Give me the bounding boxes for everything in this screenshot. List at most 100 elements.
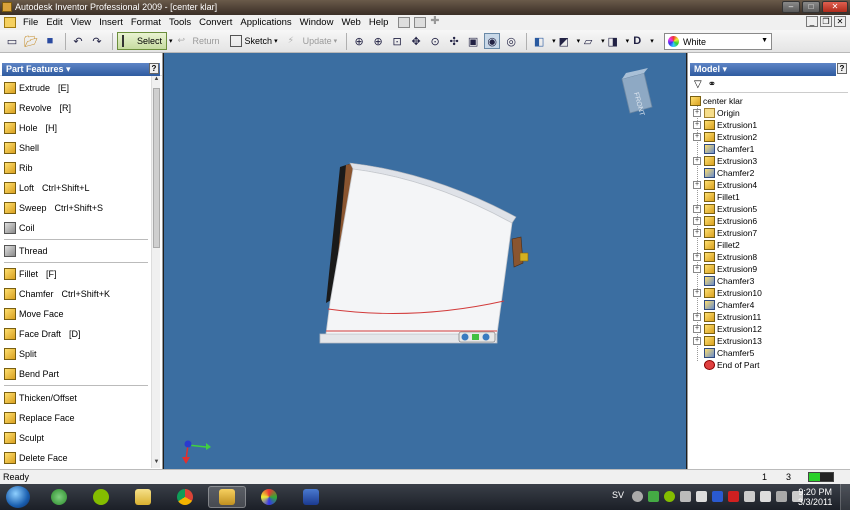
feature-face-draft[interactable]: Face Draft [D] bbox=[4, 326, 81, 342]
spotify-tray-icon[interactable] bbox=[664, 491, 675, 502]
taskbar-chrome[interactable] bbox=[166, 486, 204, 508]
taskbar-spotify[interactable] bbox=[82, 486, 120, 508]
feature-chamfer[interactable]: Chamfer Ctrl+Shift+K bbox=[4, 286, 110, 302]
expand-icon[interactable]: + bbox=[693, 289, 701, 297]
bluetooth-tray-icon[interactable] bbox=[712, 491, 723, 502]
ati-tray-icon[interactable] bbox=[728, 491, 739, 502]
feature-thread[interactable]: Thread bbox=[4, 243, 48, 259]
zoom-window-icon[interactable]: ⊡ bbox=[389, 33, 405, 49]
shadow-icon[interactable]: ◩ bbox=[556, 33, 572, 49]
crosshair-icon[interactable]: ✚ bbox=[430, 16, 442, 28]
graphics-viewport[interactable]: FRONT bbox=[164, 53, 686, 469]
feature-sweep[interactable]: Sweep Ctrl+Shift+S bbox=[4, 200, 103, 216]
feature-fillet[interactable]: Fillet [F] bbox=[4, 266, 57, 282]
tree-node[interactable]: + Extrusion13 bbox=[693, 335, 762, 347]
browser-header[interactable]: Model ▾ bbox=[690, 63, 836, 76]
redo-icon[interactable]: ↷ bbox=[89, 33, 105, 49]
document-icon[interactable] bbox=[4, 17, 16, 28]
tree-node[interactable]: Fillet2 bbox=[693, 239, 740, 251]
tree-node[interactable]: + Extrusion11 bbox=[693, 311, 761, 323]
expand-icon[interactable]: + bbox=[693, 253, 701, 261]
section-view-icon[interactable]: ◨ bbox=[605, 33, 621, 49]
taskbar-paint[interactable] bbox=[250, 486, 288, 508]
return-button[interactable]: ↩ Return bbox=[173, 32, 225, 50]
tree-node[interactable]: + Extrusion6 bbox=[693, 215, 757, 227]
minimize-button[interactable]: – bbox=[782, 1, 800, 13]
ground-plane-icon[interactable]: ▱ bbox=[580, 33, 596, 49]
tree-node[interactable]: + Extrusion5 bbox=[693, 203, 757, 215]
flag-tray-icon[interactable] bbox=[760, 491, 771, 502]
expand-icon[interactable]: + bbox=[693, 217, 701, 225]
arrow-tray-icon[interactable] bbox=[744, 491, 755, 502]
expand-icon[interactable]: + bbox=[693, 181, 701, 189]
network-tray-icon[interactable] bbox=[776, 491, 787, 502]
tree-node[interactable]: + Extrusion10 bbox=[693, 287, 762, 299]
feature-thicken-offset[interactable]: Thicken/Offset bbox=[4, 390, 77, 406]
feature-revolve[interactable]: Revolve [R] bbox=[4, 100, 71, 116]
steam-tray-icon[interactable] bbox=[632, 491, 643, 502]
close-button[interactable]: ✕ bbox=[822, 1, 848, 13]
feature-hole[interactable]: Hole [H] bbox=[4, 120, 57, 136]
feature-delete-face[interactable]: Delete Face bbox=[4, 450, 68, 466]
expand-icon[interactable]: + bbox=[693, 109, 701, 117]
pan-icon[interactable]: ✥ bbox=[408, 33, 424, 49]
doc-restore-button[interactable]: ❐ bbox=[820, 16, 832, 27]
tree-node[interactable]: + Extrusion4 bbox=[693, 179, 757, 191]
scroll-up-arrow[interactable]: ▲ bbox=[152, 76, 161, 85]
feature-replace-face[interactable]: Replace Face bbox=[4, 410, 75, 426]
color-style-select[interactable]: White ▼ bbox=[664, 33, 772, 50]
look-at-icon[interactable]: ▣ bbox=[465, 33, 481, 49]
feature-shell[interactable]: Shell bbox=[4, 140, 39, 156]
tree-node[interactable]: Fillet1 bbox=[693, 191, 740, 203]
features-scrollbar[interactable]: ▲ ▼ bbox=[151, 76, 160, 468]
green-tray-icon[interactable] bbox=[648, 491, 659, 502]
zoom-icon[interactable]: ⊕ bbox=[370, 33, 386, 49]
menu-help[interactable]: Help bbox=[365, 17, 393, 28]
menu-format[interactable]: Format bbox=[127, 17, 165, 28]
menu-window[interactable]: Window bbox=[296, 17, 338, 28]
display-dropdown-arrow[interactable]: ▾ bbox=[650, 37, 654, 45]
find-binoculars-icon[interactable]: ⚭ bbox=[708, 79, 716, 90]
feature-rib[interactable]: Rib bbox=[4, 160, 33, 176]
tree-node[interactable]: + Extrusion8 bbox=[693, 251, 757, 263]
scroll-thumb[interactable] bbox=[153, 88, 160, 248]
feature-sculpt[interactable]: Sculpt bbox=[4, 430, 44, 446]
tree-node[interactable]: + Extrusion7 bbox=[693, 227, 757, 239]
expand-icon[interactable]: + bbox=[693, 265, 701, 273]
menu-tools[interactable]: Tools bbox=[165, 17, 195, 28]
part-model[interactable] bbox=[319, 162, 529, 344]
panel-help-button[interactable]: ? bbox=[149, 63, 159, 74]
start-button[interactable] bbox=[6, 486, 30, 508]
taskbar-explorer[interactable] bbox=[124, 486, 162, 508]
orbit-icon[interactable]: ✣ bbox=[446, 33, 462, 49]
scroll-down-arrow[interactable]: ▼ bbox=[152, 459, 161, 468]
hidden-edge-display-icon[interactable]: ◎ bbox=[503, 33, 519, 49]
expand-icon[interactable]: + bbox=[693, 313, 701, 321]
tree-node[interactable]: + Origin bbox=[693, 107, 740, 119]
expand-icon[interactable]: + bbox=[693, 205, 701, 213]
mini-navigation-toolbar[interactable] bbox=[458, 331, 496, 343]
undo-icon[interactable]: ↶ bbox=[70, 33, 86, 49]
menu-edit[interactable]: Edit bbox=[42, 17, 66, 28]
menu-insert[interactable]: Insert bbox=[95, 17, 127, 28]
plane-tray-icon[interactable] bbox=[696, 491, 707, 502]
panel-bar-header[interactable]: Part Features ▾ bbox=[2, 63, 160, 76]
tree-node[interactable]: + Extrusion1 bbox=[693, 119, 757, 131]
expand-icon[interactable]: + bbox=[693, 121, 701, 129]
taskbar-messenger[interactable] bbox=[40, 486, 78, 508]
feature-extrude[interactable]: Extrude [E] bbox=[4, 80, 69, 96]
browser-help-button[interactable]: ? bbox=[837, 63, 847, 74]
expand-icon[interactable]: + bbox=[693, 325, 701, 333]
tree-node[interactable]: + Extrusion9 bbox=[693, 263, 757, 275]
menu-convert[interactable]: Convert bbox=[195, 17, 236, 28]
taskbar-word[interactable] bbox=[292, 486, 330, 508]
tree-node[interactable]: Chamfer4 bbox=[693, 299, 754, 311]
sketch-button[interactable]: Sketch ▾ bbox=[225, 32, 283, 50]
feature-move-face[interactable]: Move Face bbox=[4, 306, 64, 322]
feature-loft[interactable]: Loft Ctrl+Shift+L bbox=[4, 180, 90, 196]
feature-bend-part[interactable]: Bend Part bbox=[4, 366, 59, 382]
view-cube-icon[interactable]: ◧ bbox=[531, 33, 547, 49]
display-mode-icon[interactable]: D bbox=[629, 33, 645, 49]
tree-node[interactable]: End of Part bbox=[693, 359, 760, 371]
tree-node[interactable]: Chamfer3 bbox=[693, 275, 754, 287]
